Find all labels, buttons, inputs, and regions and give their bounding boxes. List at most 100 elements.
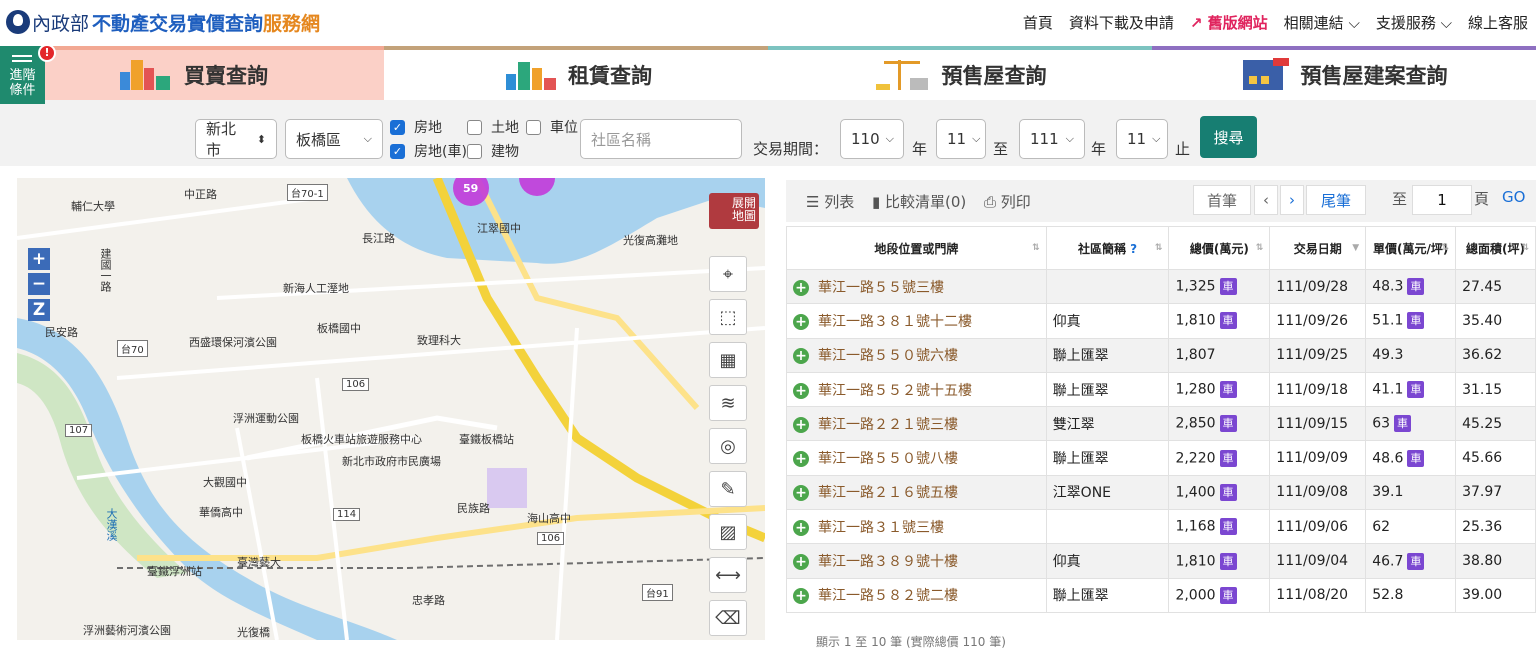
measure-ruler-icon[interactable]: ⟷ bbox=[709, 557, 747, 593]
expand-row-icon[interactable]: + bbox=[793, 348, 809, 365]
district-select[interactable]: 板橋區 ⌵ bbox=[285, 119, 383, 159]
tab-rent[interactable]: 租賃查詢 bbox=[384, 46, 768, 100]
page-input[interactable]: 1 bbox=[1412, 185, 1472, 215]
table-row[interactable]: + 華江一路３１號三樓 1,168 車 111/09/06 62 25.36 bbox=[786, 509, 1536, 545]
table-row[interactable]: + 華江一路２１６號五樓 江翠ONE 1,400 車 111/09/08 39.1 37.97 bbox=[786, 474, 1536, 511]
table-row[interactable]: + 華江一路５５號三樓 1,325 車 111/09/28 48.3 車 27.45 bbox=[786, 268, 1536, 305]
expand-row-icon[interactable]: + bbox=[793, 519, 809, 536]
draw-tool-icon[interactable]: ✎ bbox=[709, 471, 747, 507]
address-link[interactable]: 華江一路５８２號二樓 bbox=[818, 588, 958, 604]
first-page-button[interactable]: 首筆 bbox=[1193, 185, 1251, 215]
nav-links[interactable]: 相關連結 ⌵ bbox=[1284, 12, 1360, 33]
tab-presale[interactable]: 預售屋查詢 bbox=[768, 46, 1152, 100]
expand-row-icon[interactable]: + bbox=[793, 588, 809, 605]
tab-presale-project[interactable]: 預售屋建案查詢 bbox=[1152, 46, 1536, 100]
zoom-reset-button[interactable]: Z bbox=[28, 299, 50, 321]
column-header[interactable]: 交易日期 ▼ bbox=[1269, 226, 1367, 270]
expand-row-icon[interactable]: + bbox=[793, 279, 809, 296]
search-button[interactable]: 搜尋 bbox=[1200, 116, 1257, 158]
nav-service[interactable]: 線上客服 bbox=[1468, 12, 1528, 33]
table-row[interactable]: + 華江一路３８９號十樓 仰真 1,810 車 111/09/04 46.7 車 38.80 bbox=[786, 543, 1536, 579]
table-row[interactable]: + 華江一路５５２號十五樓 聯上匯翠 1,280 車 111/09/18 41.1 車 31.1… bbox=[786, 371, 1536, 408]
expand-map-button[interactable]: 展開 地圖 bbox=[709, 193, 759, 229]
hatch-area-icon[interactable]: ▨ bbox=[709, 514, 747, 550]
nav-support[interactable]: 支援服務 ⌵ bbox=[1376, 12, 1452, 33]
address-link[interactable]: 華江一路２２１號三樓 bbox=[818, 417, 958, 433]
print-button[interactable]: ⎙ 列印 bbox=[984, 191, 1031, 212]
table-row[interactable]: + 華江一路５５０號六樓 聯上匯翠 1,807 111/09/25 49.3 36.62 bbox=[786, 337, 1536, 373]
sort-icon[interactable]: ⇅ bbox=[1032, 243, 1040, 253]
expand-row-icon[interactable]: + bbox=[793, 382, 809, 399]
address-link[interactable]: 華江一路５５號三樓 bbox=[818, 280, 944, 296]
prev-page-button[interactable]: ‹ bbox=[1254, 185, 1278, 215]
expand-row-icon[interactable]: + bbox=[793, 416, 809, 433]
column-header[interactable]: 地段位置或門牌 ⇅ bbox=[786, 226, 1047, 270]
address-link[interactable]: 華江一路３８１號十二樓 bbox=[818, 314, 972, 330]
year-from-select[interactable]: 110 ⌵ bbox=[840, 119, 904, 159]
address-link[interactable]: 華江一路５５０號八樓 bbox=[818, 451, 958, 467]
month-to-select[interactable]: 11 ⌵ bbox=[1116, 119, 1168, 159]
sort-icon[interactable]: ⇅ bbox=[1256, 243, 1264, 253]
compare-list-button[interactable]: ▮ 比較清單(0) bbox=[872, 191, 966, 212]
address-link[interactable]: 華江一路５５０號六樓 bbox=[818, 348, 958, 364]
list-view-button[interactable]: ☰ 列表 bbox=[806, 191, 854, 212]
year-to-select[interactable]: 111 ⌵ bbox=[1019, 119, 1085, 159]
column-header[interactable]: 總價(萬元) ⇅ bbox=[1168, 226, 1271, 270]
table-row[interactable]: + 華江一路３８１號十二樓 仰真 1,810 車 111/09/26 51.1 車 35.40 bbox=[786, 303, 1536, 339]
expand-row-icon[interactable]: + bbox=[793, 313, 809, 330]
trade-date: 111/09/28 bbox=[1276, 278, 1349, 295]
eraser-icon[interactable]: ⌫ bbox=[709, 600, 747, 636]
table-row[interactable]: + 華江一路５５０號八樓 聯上匯翠 2,220 車 111/09/09 48.6 車 45.66 bbox=[786, 440, 1536, 476]
site-logo[interactable]: 內政部 不動產交易實價查詢 服務網 bbox=[6, 7, 320, 37]
table-row[interactable]: + 華江一路５８２號二樓 聯上匯翠 2,000 車 111/08/20 52.8 39.00 bbox=[786, 577, 1536, 613]
unit-price: 48.3 bbox=[1372, 278, 1404, 295]
checkbox-parking[interactable]: 車位 bbox=[526, 117, 578, 137]
map-label: 中正路 bbox=[184, 188, 217, 201]
to-label: 至 bbox=[993, 140, 1009, 158]
map-label: 新海人工溼地 bbox=[283, 282, 349, 295]
trade-date: 111/09/26 bbox=[1276, 312, 1349, 329]
address-link[interactable]: 華江一路３１號三樓 bbox=[818, 520, 944, 536]
layers-icon[interactable]: ≋ bbox=[709, 385, 747, 421]
my-location-icon[interactable]: ◎ bbox=[709, 428, 747, 464]
next-page-button[interactable]: › bbox=[1280, 185, 1304, 215]
month-from-select[interactable]: 11 ⌵ bbox=[936, 119, 986, 159]
total-price: 1,810 bbox=[1175, 553, 1216, 570]
expand-row-icon[interactable]: + bbox=[793, 554, 809, 571]
sort-icon[interactable]: ⇅ bbox=[1521, 243, 1529, 253]
column-header[interactable]: 單價(萬元/坪) ⇅ bbox=[1365, 226, 1457, 270]
select-area-icon[interactable]: ▦ bbox=[709, 342, 747, 378]
community-name-input[interactable]: 社區名稱 bbox=[580, 119, 742, 159]
city-select[interactable]: 新北市 ⬍ bbox=[195, 119, 277, 159]
last-page-button[interactable]: 尾筆 bbox=[1306, 185, 1366, 215]
expand-row-icon[interactable]: + bbox=[793, 451, 809, 468]
go-button[interactable]: GO bbox=[1502, 188, 1525, 206]
checkbox-land[interactable]: 土地 bbox=[467, 117, 519, 137]
address-link[interactable]: 華江一路２１６號五樓 bbox=[818, 485, 958, 501]
nav-old-site[interactable]: ↗ 舊版網站 bbox=[1190, 12, 1268, 33]
advanced-conditions-button[interactable]: ! 進階 條件 bbox=[0, 44, 56, 104]
community-name: 仰真 bbox=[1052, 554, 1081, 571]
tab-sale[interactable]: 買賣查詢 bbox=[0, 46, 384, 100]
help-icon[interactable]: ? bbox=[1126, 242, 1137, 256]
address-link[interactable]: 華江一路５５２號十五樓 bbox=[818, 383, 972, 399]
map-view[interactable]: 59 輔仁大學 中正路 建國一路 新海人工溼地 民安路 西盛環保河濱公園 長江路… bbox=[17, 178, 765, 640]
nav-home[interactable]: 首頁 bbox=[1023, 12, 1053, 33]
table-row[interactable]: + 華江一路２２１號三樓 雙江翠 2,850 車 111/09/15 63 車 45.25 bbox=[786, 406, 1536, 442]
checkbox-house-land[interactable]: ✓ 房地 bbox=[390, 117, 442, 137]
draw-rectangle-icon[interactable]: ⬚ bbox=[709, 299, 747, 335]
sort-icon[interactable]: ⇅ bbox=[1442, 243, 1450, 253]
checkbox-house-land-parking[interactable]: ✓ 房地(車) bbox=[390, 141, 467, 161]
zoom-out-button[interactable]: − bbox=[28, 273, 50, 295]
address-link[interactable]: 華江一路３８９號十樓 bbox=[818, 554, 958, 570]
zoom-in-button[interactable]: + bbox=[28, 248, 50, 270]
location-pin-icon[interactable]: ⌖ bbox=[709, 256, 747, 292]
sort-icon[interactable]: ▼ bbox=[1352, 243, 1359, 253]
column-header[interactable]: 總面積(坪) ⇅ bbox=[1455, 226, 1536, 270]
sort-icon[interactable]: ⇅ bbox=[1155, 243, 1163, 253]
nav-download[interactable]: 資料下載及申請 bbox=[1069, 12, 1174, 33]
column-header[interactable]: 社區簡稱 ? ⇅ bbox=[1045, 226, 1170, 270]
checkbox-building[interactable]: 建物 bbox=[467, 141, 519, 161]
cluster-count[interactable]: 59 bbox=[463, 182, 478, 195]
expand-row-icon[interactable]: + bbox=[793, 485, 809, 502]
